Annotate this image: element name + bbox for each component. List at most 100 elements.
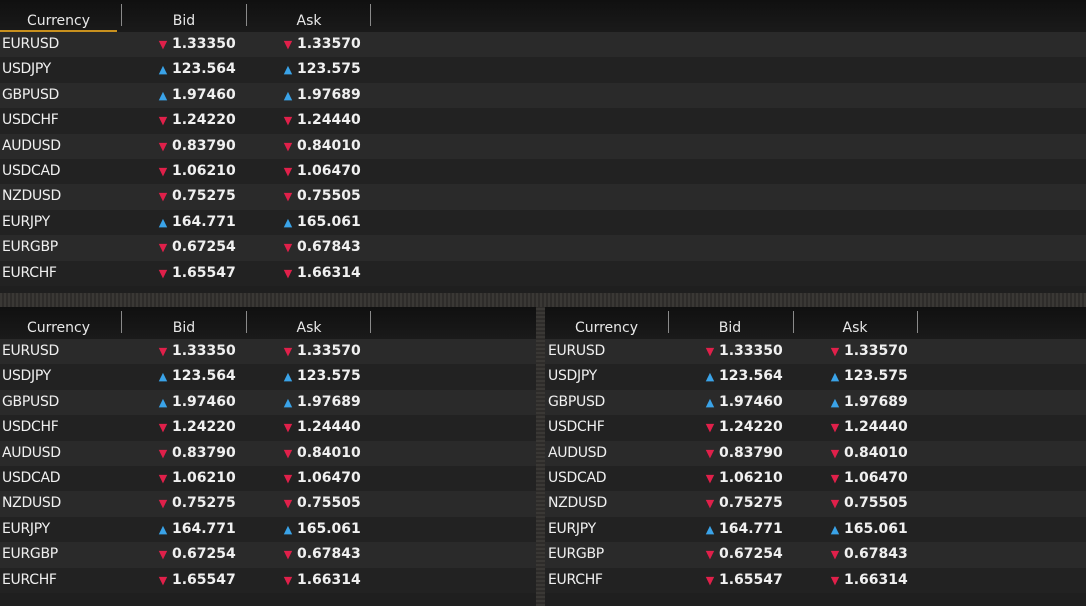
currency-cell: USDJPY [2, 61, 51, 78]
table-row[interactable]: USDCAD ▼ 1.06210 ▼ 1.06470 [0, 465, 536, 492]
bid-cell: ▼ 0.75275 [156, 184, 236, 209]
bid-cell: ▼ 1.33350 [156, 339, 236, 364]
currency-cell: EURGBP [2, 546, 58, 563]
column-header-ask[interactable]: Ask [247, 10, 371, 32]
table-row[interactable]: GBPUSD ▲ 1.97460 ▲ 1.97689 [0, 389, 536, 416]
column-header-row: Currency Bid Ask [0, 0, 1086, 32]
bid-value: 1.65547 [719, 571, 783, 588]
ask-value: 1.06470 [297, 162, 361, 179]
bid-cell: ▼ 1.06210 [703, 466, 783, 491]
column-resize-handle[interactable] [917, 311, 918, 333]
ask-value: 123.575 [297, 368, 361, 385]
horizontal-splitter[interactable] [0, 293, 1086, 307]
bid-value: 123.564 [172, 61, 236, 78]
column-header-currency[interactable]: Currency [0, 317, 117, 339]
bid-cell: ▼ 1.33350 [703, 339, 783, 364]
bid-cell: ▼ 0.75275 [156, 491, 236, 516]
table-row[interactable]: USDCHF ▼ 1.24220 ▼ 1.24440 [0, 108, 1086, 134]
bid-cell: ▲ 164.771 [156, 517, 236, 542]
quote-panel-bottom-left: Currency Bid Ask EURUSD ▼ 1.33350 ▼ 1.33570 USDJ… [0, 307, 536, 606]
table-row[interactable]: USDCHF ▼ 1.24220 ▼ 1.24440 [545, 415, 1086, 441]
arrow-down-icon: ▼ [283, 446, 293, 460]
bid-cell: ▼ 0.83790 [703, 441, 783, 466]
column-header-bid[interactable]: Bid [668, 317, 792, 339]
table-row[interactable]: AUDUSD ▼ 0.83790 ▼ 0.84010 [545, 440, 1086, 466]
table-row[interactable]: EURGBP ▼ 0.67254 ▼ 0.67843 [545, 542, 1086, 568]
bid-value: 1.24220 [172, 419, 236, 436]
arrow-down-icon: ▼ [283, 114, 293, 128]
table-row[interactable]: EURUSD ▼ 1.33350 ▼ 1.33570 [0, 339, 536, 365]
column-header-currency[interactable]: Currency [0, 10, 117, 32]
currency-cell: EURCHF [548, 571, 603, 588]
arrow-down-icon: ▼ [283, 38, 293, 51]
bid-cell: ▼ 0.75275 [703, 491, 783, 516]
table-row[interactable]: USDJPY ▲ 123.564 ▲ 123.575 [0, 364, 536, 390]
ask-value: 1.06470 [844, 469, 908, 486]
column-resize-handle[interactable] [370, 4, 371, 26]
arrow-down-icon: ▼ [705, 573, 715, 587]
ask-cell: ▲ 1.97689 [281, 390, 361, 415]
bid-value: 1.97460 [719, 393, 783, 410]
table-row[interactable]: USDCHF ▼ 1.24220 ▼ 1.24440 [0, 415, 536, 441]
column-header-ask[interactable]: Ask [247, 317, 371, 339]
bid-cell: ▲ 1.97460 [156, 390, 236, 415]
bid-cell: ▼ 1.24220 [156, 108, 236, 133]
currency-cell: NZDUSD [2, 188, 61, 205]
arrow-up-icon: ▲ [158, 215, 168, 229]
bid-value: 0.83790 [172, 444, 236, 461]
column-resize-handle[interactable] [246, 311, 247, 333]
arrow-down-icon: ▼ [283, 573, 293, 587]
column-resize-handle[interactable] [370, 311, 371, 333]
arrow-down-icon: ▼ [158, 548, 168, 562]
column-header-bid[interactable]: Bid [122, 10, 246, 32]
table-row[interactable]: NZDUSD ▼ 0.75275 ▼ 0.75505 [545, 491, 1086, 517]
table-row[interactable]: NZDUSD ▼ 0.75275 ▼ 0.75505 [0, 491, 536, 517]
arrow-up-icon: ▲ [283, 370, 293, 384]
arrow-up-icon: ▲ [283, 522, 293, 536]
column-resize-handle[interactable] [121, 4, 122, 26]
column-resize-handle[interactable] [246, 4, 247, 26]
table-row[interactable]: USDJPY ▲ 123.564 ▲ 123.575 [0, 57, 1086, 83]
bid-cell: ▼ 0.83790 [156, 134, 236, 159]
table-row[interactable]: AUDUSD ▼ 0.83790 ▼ 0.84010 [0, 440, 536, 466]
quote-table-body: EURUSD ▼ 1.33350 ▼ 1.33570 USDJPY ▲ 123.564 ▲ 123… [545, 339, 1086, 593]
table-row[interactable]: EURCHF ▼ 1.65547 ▼ 1.66314 [0, 260, 1086, 286]
table-row[interactable]: USDCAD ▼ 1.06210 ▼ 1.06470 [0, 158, 1086, 185]
table-row[interactable]: GBPUSD ▲ 1.97460 ▲ 1.97689 [545, 389, 1086, 416]
column-resize-handle[interactable] [793, 311, 794, 333]
bid-cell: ▲ 123.564 [156, 57, 236, 82]
table-row[interactable]: EURGBP ▼ 0.67254 ▼ 0.67843 [0, 542, 536, 568]
ask-value: 1.24440 [844, 419, 908, 436]
table-row[interactable]: GBPUSD ▲ 1.97460 ▲ 1.97689 [0, 82, 1086, 109]
table-row[interactable]: EURUSD ▼ 1.33350 ▼ 1.33570 [545, 339, 1086, 365]
ask-cell: ▼ 1.24440 [281, 415, 361, 440]
table-row[interactable]: AUDUSD ▼ 0.83790 ▼ 0.84010 [0, 133, 1086, 159]
arrow-up-icon: ▲ [158, 522, 168, 536]
table-row[interactable]: USDCAD ▼ 1.06210 ▼ 1.06470 [545, 465, 1086, 492]
arrow-up-icon: ▲ [705, 395, 715, 409]
ask-cell: ▼ 0.75505 [281, 184, 361, 209]
table-row[interactable]: NZDUSD ▼ 0.75275 ▼ 0.75505 [0, 184, 1086, 210]
column-resize-handle[interactable] [668, 311, 669, 333]
ask-cell: ▼ 1.33570 [281, 32, 361, 57]
table-row[interactable]: EURCHF ▼ 1.65547 ▼ 1.66314 [545, 567, 1086, 593]
column-header-ask[interactable]: Ask [793, 317, 917, 339]
column-header-bid[interactable]: Bid [122, 317, 246, 339]
table-row[interactable]: EURUSD ▼ 1.33350 ▼ 1.33570 [0, 32, 1086, 58]
column-header-row: Currency Bid Ask [545, 307, 1086, 339]
ask-cell: ▼ 1.24440 [281, 108, 361, 133]
table-row[interactable]: EURGBP ▼ 0.67254 ▼ 0.67843 [0, 235, 1086, 261]
table-row[interactable]: EURJPY ▲ 164.771 ▲ 165.061 [0, 209, 1086, 236]
bid-cell: ▼ 1.24220 [703, 415, 783, 440]
table-row[interactable]: USDJPY ▲ 123.564 ▲ 123.575 [545, 364, 1086, 390]
vertical-splitter[interactable] [536, 307, 545, 606]
column-resize-handle[interactable] [121, 311, 122, 333]
column-header-currency[interactable]: Currency [548, 317, 665, 339]
table-row[interactable]: EURJPY ▲ 164.771 ▲ 165.061 [545, 516, 1086, 543]
bid-cell: ▼ 1.65547 [703, 568, 783, 593]
arrow-down-icon: ▼ [705, 446, 715, 460]
table-row[interactable]: EURCHF ▼ 1.65547 ▼ 1.66314 [0, 567, 536, 593]
currency-cell: EURJPY [548, 520, 596, 537]
table-row[interactable]: EURJPY ▲ 164.771 ▲ 165.061 [0, 516, 536, 543]
arrow-down-icon: ▼ [830, 345, 840, 358]
